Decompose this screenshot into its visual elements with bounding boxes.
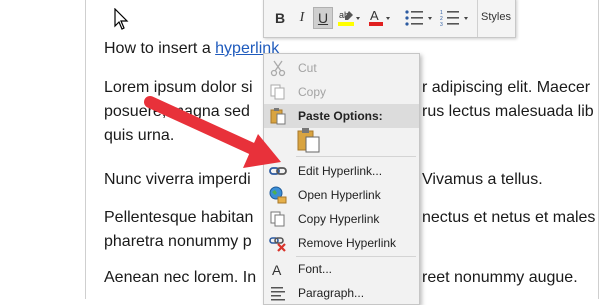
remove-link-icon [269,237,286,252]
text-fragment: reet nonummy augue. [422,269,578,286]
menu-item-remove-hyperlink[interactable]: Remove Hyperlink [264,231,419,255]
bullets-icon [405,10,432,26]
link-icon [269,167,287,175]
menu-item-font[interactable]: A Font... [264,257,419,281]
copy-link-icon [270,211,285,227]
menu-item-copy-hyperlink[interactable]: Copy Hyperlink [264,207,419,231]
menu-item-label: Copy Hyperlink [298,212,380,226]
menu-header-paste-options: Paste Options: [264,104,419,128]
text-fragment: pharetra nonummy p [104,233,252,250]
svg-text:3: 3 [440,22,443,28]
menu-item-label: Copy [298,85,327,99]
text-fragment: Nunc viverra imperdi [104,171,251,188]
menu-item-edit-hyperlink[interactable]: Edit Hyperlink... [264,159,419,183]
text-fragment: Vivamus a tellus. [422,171,543,188]
title-text: How to insert a [104,40,216,57]
mouse-pointer-icon [114,8,129,30]
globe-icon [269,186,287,204]
text-fragment: nectus et netus et males [422,209,596,226]
menu-item-label: Font... [298,262,333,276]
context-menu: Cut Copy Paste Options: Edit Hyperlink..… [263,53,420,305]
bullets-button[interactable] [404,7,438,29]
menu-item-paragraph[interactable]: Paragraph... [264,281,419,305]
paragraph-title: How to insert a hyperlink [104,37,279,61]
highlighter-icon: ab [338,10,360,26]
styles-button[interactable]: Styles [478,11,514,23]
text-fragment: rus lectus malesuada lib [422,103,594,120]
menu-item-label: Paste Options: [298,109,383,123]
scissors-icon [270,60,286,77]
font-color-icon: A [369,8,390,26]
text-fragment: quis urna. [104,127,175,144]
numbering-button[interactable]: 1 2 3 [440,7,474,29]
menu-item-label: Remove Hyperlink [298,236,397,250]
menu-item-cut[interactable]: Cut [264,56,419,80]
text-fragment: Lorem ipsum dolor si [104,79,253,96]
page-border-left [85,0,86,299]
text-fragment: Pellentesque habitan [104,209,254,226]
mini-toolbar: B I U ab A 1 2 3 Styles [263,0,516,38]
italic-button[interactable]: I [293,7,311,29]
copy-icon [270,84,285,100]
document-page[interactable]: How to insert a hyperlink Lorem ipsum do… [0,0,603,305]
menu-separator [296,156,416,157]
svg-text:A: A [370,8,379,23]
paste-icon [270,108,286,125]
page-border-right [598,0,599,299]
bold-button[interactable]: B [271,7,289,29]
paragraph-icon [271,287,285,301]
text-fragment: Aenean nec lorem. In [104,269,257,286]
menu-item-open-hyperlink[interactable]: Open Hyperlink [264,183,419,207]
menu-item-label: Edit Hyperlink... [298,164,383,178]
menu-item-copy[interactable]: Copy [264,80,419,104]
text-fragment: posuere, magna sed [104,103,250,120]
font-color-button[interactable]: A [368,7,392,29]
text-fragment: r adipiscing elit. Maecer [422,79,591,96]
paste-keep-text-icon[interactable] [297,127,321,153]
menu-item-label: Open Hyperlink [298,188,381,202]
menu-item-label: Cut [298,61,317,75]
underline-button[interactable]: U [313,7,333,29]
highlight-button[interactable]: ab [337,7,361,29]
font-icon: A [272,262,282,278]
numbering-icon: 1 2 3 [440,10,468,28]
menu-item-label: Paragraph... [298,286,365,300]
svg-text:A: A [272,262,282,278]
